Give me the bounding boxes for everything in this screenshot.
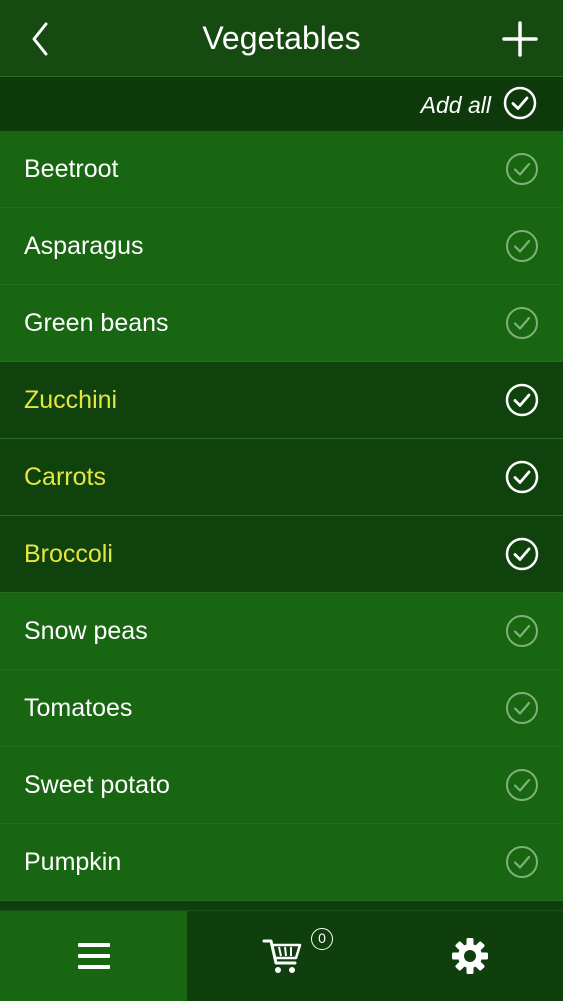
check-circle-icon[interactable] [505,845,539,879]
hamburger-menu-icon [77,943,110,969]
list-item[interactable]: Tomatoes [0,670,563,747]
tab-list[interactable] [0,911,187,1001]
check-circle-icon[interactable] [505,460,539,494]
shopping-cart-icon [262,939,301,973]
tab-cart[interactable] [188,911,375,1001]
add-item-button[interactable] [501,20,539,58]
cart-count-badge: 0 [311,928,333,950]
item-label: Zucchini [24,386,118,414]
list-item[interactable]: Zucchini [0,362,563,439]
item-label: Asparagus [24,232,144,260]
check-circle-icon[interactable] [505,691,539,725]
tab-bar: 0 [0,910,563,1001]
list-item[interactable]: Beetroot [0,131,563,208]
check-circle-icon[interactable] [505,383,539,417]
add-all-button[interactable] [373,77,563,131]
list-item[interactable]: Carrots [0,439,563,516]
check-circle-icon[interactable] [505,614,539,648]
tab-settings[interactable] [376,911,563,1001]
check-circle-icon[interactable] [505,768,539,802]
item-label: Tomatoes [24,694,133,722]
item-label: Green beans [24,309,169,337]
page-title: Vegetables [202,20,361,56]
item-label: Carrots [24,463,106,491]
list-item[interactable]: Snow peas [0,593,563,670]
item-label: Sweet potato [24,771,170,799]
check-circle-icon[interactable] [505,537,539,571]
list-item[interactable]: Pumpkin [0,824,563,901]
check-circle-icon[interactable] [505,152,539,186]
list-item[interactable]: Broccoli [0,516,563,593]
gear-icon [451,938,488,974]
nav-header: Vegetables [0,0,563,77]
list-item[interactable]: Asparagus [0,208,563,285]
item-label: Pumpkin [24,848,122,876]
check-circle-icon[interactable] [505,229,539,263]
item-label: Snow peas [24,617,148,645]
check-circle-icon[interactable] [505,306,539,340]
vegetable-list: Beetroot Asparagus Green beans Zucchini … [0,131,563,910]
list-item[interactable]: Sweet potato [0,747,563,824]
item-label: Beetroot [24,155,119,183]
list-item[interactable]: Green beans [0,285,563,362]
item-label: Broccoli [24,540,113,568]
plus-icon [502,21,538,57]
